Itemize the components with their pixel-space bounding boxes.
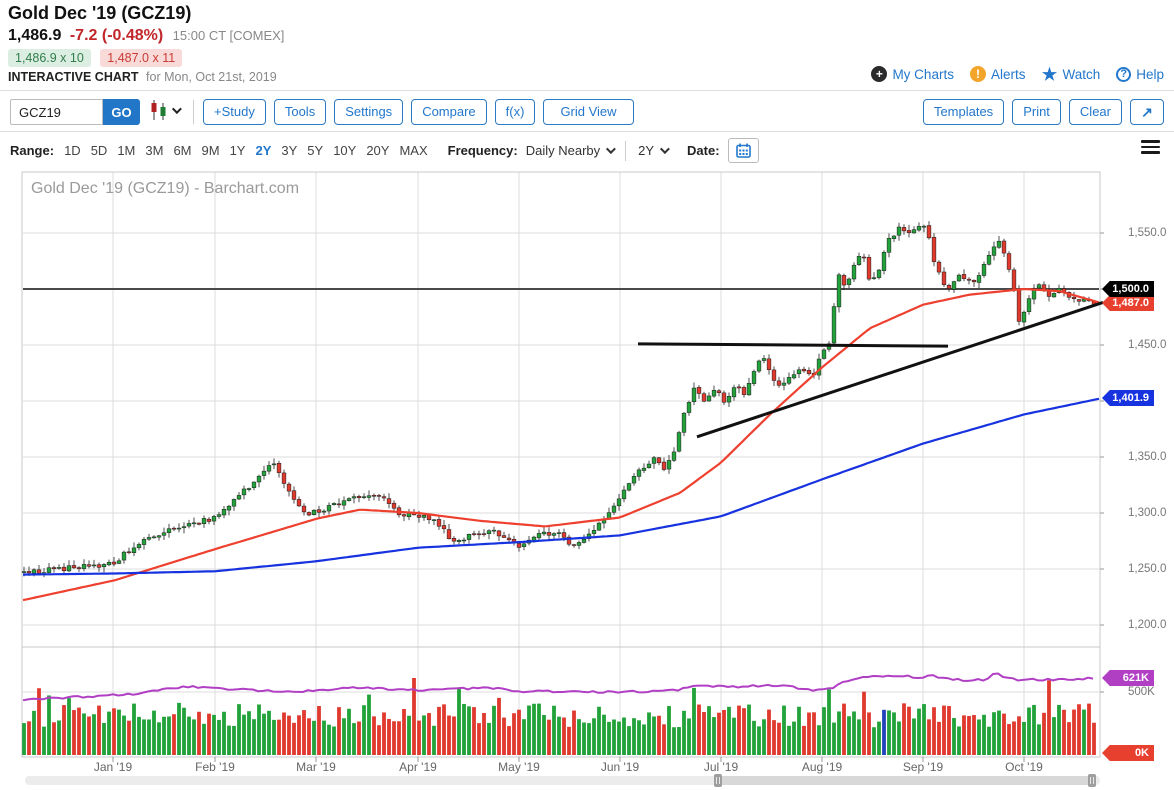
toolbar-button-clear[interactable]: Clear bbox=[1069, 99, 1122, 125]
time-scrollbar-thumb[interactable] bbox=[718, 776, 1092, 785]
chart-plot-area[interactable]: Gold Dec '19 (GCZ19) - Barchart.com 1,55… bbox=[0, 166, 1174, 790]
date-axis-label: Jan '19 bbox=[94, 760, 132, 774]
frequency-label: Frequency: bbox=[448, 143, 518, 158]
range-option-2y[interactable]: 2Y bbox=[255, 143, 271, 158]
quote-row: 1,486.9 -7.2 (-0.48%) 15:00 CT [COMEX] bbox=[8, 27, 284, 45]
header-link-alerts[interactable]: ! Alerts bbox=[970, 66, 1026, 82]
date-picker-button[interactable] bbox=[728, 138, 759, 163]
price-flag: 1,500.0 bbox=[1102, 281, 1154, 297]
chevron-down-icon bbox=[606, 144, 616, 154]
date-label: Date: bbox=[687, 143, 720, 158]
header-link-my-charts[interactable]: + My Charts bbox=[871, 66, 954, 82]
toolbar-button-templates[interactable]: Templates bbox=[923, 99, 1004, 125]
price-flag: 0K bbox=[1102, 745, 1154, 761]
scrollbar-right-handle[interactable] bbox=[1088, 774, 1096, 787]
price-flag: 621K bbox=[1102, 670, 1154, 686]
date-axis-label: Feb '19 bbox=[195, 760, 235, 774]
header-link-label: Help bbox=[1136, 67, 1164, 82]
header-link-help[interactable]: ? Help bbox=[1116, 67, 1164, 82]
date-axis-label: Sep '19 bbox=[903, 760, 943, 774]
quote-time: 15:00 CT [COMEX] bbox=[173, 28, 285, 43]
price-axis-label: 1,350.0 bbox=[1128, 451, 1166, 463]
header-link-label: Watch bbox=[1062, 67, 1100, 82]
range-option-max[interactable]: MAX bbox=[399, 143, 427, 158]
header-link-label: Alerts bbox=[991, 67, 1026, 82]
date-axis-label: Apr '19 bbox=[399, 760, 437, 774]
date-axis-label: May '19 bbox=[498, 760, 540, 774]
toolbar-left-buttons: +Study Tools Settings Compare f(x) Grid View bbox=[203, 99, 634, 125]
chart-style-selector[interactable] bbox=[150, 100, 179, 120]
chart-menu-icon[interactable] bbox=[1141, 140, 1160, 154]
toolbar-button-study[interactable]: +Study bbox=[203, 99, 266, 125]
date-axis-label: Jul '19 bbox=[704, 760, 738, 774]
range-bar: Range: 1D 5D 1M 3M 6M 9M 1Y 2Y 3Y 5Y 10Y 20Y MAX Fre… bbox=[10, 138, 759, 163]
symbol-input[interactable] bbox=[10, 99, 103, 125]
period-value: 2Y bbox=[638, 143, 654, 158]
chart-watermark: Gold Dec '19 (GCZ19) - Barchart.com bbox=[31, 180, 299, 198]
bid-badge: 1,486.9 x 10 bbox=[8, 49, 91, 67]
chevron-down-icon bbox=[172, 104, 182, 114]
header-link-label: My Charts bbox=[892, 67, 954, 82]
range-list: 1D 5D 1M 3M 6M 9M 1Y 2Y 3Y 5Y 10Y 20Y MAX bbox=[64, 143, 428, 158]
range-option-9m[interactable]: 9M bbox=[202, 143, 220, 158]
question-circle-icon: ? bbox=[1116, 67, 1131, 82]
price-change: -7.2 (-0.48%) bbox=[70, 27, 163, 44]
toolbar-button-fx[interactable]: f(x) bbox=[495, 99, 536, 125]
toolbar-button-settings[interactable]: Settings bbox=[334, 99, 403, 125]
period-dropdown[interactable]: 2Y bbox=[638, 143, 667, 158]
volume-axis-label: 500K bbox=[1128, 686, 1155, 698]
expand-chart-button[interactable]: ↗ bbox=[1130, 99, 1164, 125]
go-button[interactable]: GO bbox=[103, 99, 140, 125]
toolbar-button-compare[interactable]: Compare bbox=[411, 99, 486, 125]
star-icon: ★ bbox=[1041, 66, 1057, 82]
range-label: Range: bbox=[10, 143, 54, 158]
range-option-10y[interactable]: 10Y bbox=[333, 143, 356, 158]
calendar-icon bbox=[736, 143, 751, 158]
date-axis-label: Aug '19 bbox=[802, 760, 842, 774]
toolbar-button-tools[interactable]: Tools bbox=[274, 99, 326, 125]
date-axis-label: Jun '19 bbox=[601, 760, 639, 774]
toolbar-right-buttons: Templates Print Clear ↗ bbox=[923, 99, 1164, 125]
interactive-chart-label: INTERACTIVE CHART bbox=[8, 70, 139, 84]
frequency-dropdown[interactable]: Daily Nearby bbox=[526, 143, 613, 158]
header-link-watch[interactable]: ★ Watch bbox=[1041, 66, 1100, 82]
date-axis-label: Oct '19 bbox=[1005, 760, 1043, 774]
price-axis-label: 1,450.0 bbox=[1128, 339, 1166, 351]
range-option-3y[interactable]: 3Y bbox=[281, 143, 297, 158]
range-option-6m[interactable]: 6M bbox=[173, 143, 191, 158]
price-axis-label: 1,250.0 bbox=[1128, 563, 1166, 575]
candlestick-style-icon bbox=[150, 100, 168, 120]
range-option-1y[interactable]: 1Y bbox=[230, 143, 246, 158]
ask-badge: 1,487.0 x 11 bbox=[100, 49, 182, 67]
last-price: 1,486.9 bbox=[8, 27, 61, 44]
range-option-5y[interactable]: 5Y bbox=[307, 143, 323, 158]
toolbar-button-gridview[interactable]: Grid View bbox=[543, 99, 633, 125]
price-axis-label: 1,200.0 bbox=[1128, 619, 1166, 631]
interactive-chart-caption: INTERACTIVE CHART for Mon, Oct 21st, 201… bbox=[8, 70, 277, 84]
bid-ask-row: 1,486.9 x 10 1,487.0 x 11 bbox=[8, 49, 188, 67]
alert-circle-icon: ! bbox=[970, 66, 986, 82]
header-links: + My Charts! Alerts ★ Watch? Help bbox=[871, 66, 1164, 82]
price-chart-canvas bbox=[0, 166, 1174, 790]
frequency-value: Daily Nearby bbox=[526, 143, 600, 158]
price-flag: 1,401.9 bbox=[1102, 390, 1154, 406]
page-title: Gold Dec '19 (GCZ19) bbox=[8, 3, 191, 24]
chevron-down-icon bbox=[660, 144, 670, 154]
interactive-chart-date: for Mon, Oct 21st, 2019 bbox=[146, 70, 277, 84]
date-axis-label: Mar '19 bbox=[296, 760, 336, 774]
price-flag: 1,487.0 bbox=[1102, 295, 1154, 311]
scrollbar-left-handle[interactable] bbox=[714, 774, 722, 787]
plus-circle-icon: + bbox=[871, 66, 887, 82]
range-option-3m[interactable]: 3M bbox=[145, 143, 163, 158]
range-option-1d[interactable]: 1D bbox=[64, 143, 81, 158]
range-option-5d[interactable]: 5D bbox=[91, 143, 108, 158]
price-axis-label: 1,300.0 bbox=[1128, 507, 1166, 519]
toolbar-button-print[interactable]: Print bbox=[1012, 99, 1061, 125]
price-axis-label: 1,550.0 bbox=[1128, 227, 1166, 239]
range-option-20y[interactable]: 20Y bbox=[366, 143, 389, 158]
range-option-1m[interactable]: 1M bbox=[117, 143, 135, 158]
